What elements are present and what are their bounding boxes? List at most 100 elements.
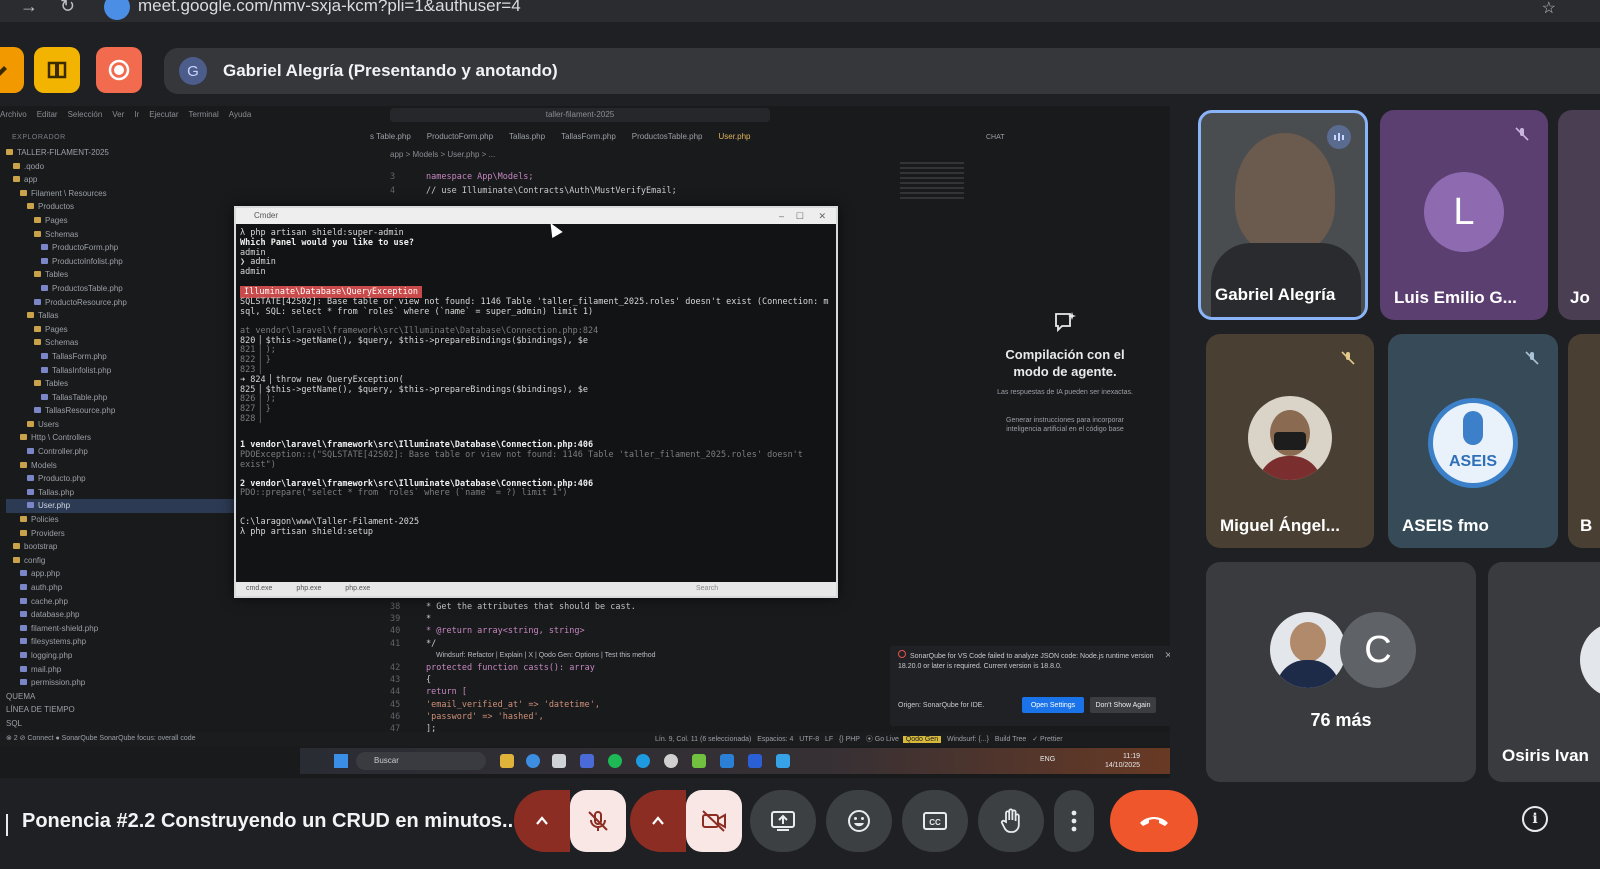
prettier-status[interactable]: ✓ Prettier [1032,736,1062,743]
menu-item[interactable]: Ayuda [229,110,252,119]
more-participants-tile[interactable]: C 76 más [1206,562,1476,782]
sidebar-section[interactable]: QUEMA [6,690,236,704]
menu-item[interactable]: Ejecutar [149,110,178,119]
tree-item[interactable]: cache.php [6,595,236,609]
menu-item[interactable]: Editar [37,110,58,119]
dont-show-again-button[interactable]: Don't Show Again [1090,697,1156,713]
more-options-button[interactable] [1054,790,1094,852]
terminal-tab[interactable]: php.exe [296,585,321,592]
vscode-app-icon[interactable] [720,754,734,768]
tree-item[interactable]: Tables [6,268,236,282]
tree-item[interactable]: User.php [6,499,236,514]
spotify-app-icon[interactable] [608,754,622,768]
tree-item[interactable]: filament-shield.php [6,622,236,636]
editor-tab[interactable]: Tallas.php [509,132,545,141]
tree-item[interactable]: app [6,173,236,187]
app-icon[interactable] [748,754,762,768]
forward-icon[interactable]: → [20,0,38,17]
minimize-icon[interactable]: – [779,208,784,224]
tree-item[interactable]: TallasResource.php [6,404,236,418]
participant-tile-luis[interactable]: L Luis Emilio G... [1380,110,1548,320]
present-screen-button[interactable] [750,790,816,852]
tree-item[interactable]: Schemas [6,228,236,242]
tree-item[interactable]: bootstrap [6,540,236,554]
tree-item[interactable]: config [6,554,236,568]
vscode-command-search[interactable]: taller-filament-2025 [390,108,770,122]
build-tree-status[interactable]: Build Tree [995,736,1027,743]
tree-item[interactable]: filesystems.php [6,635,236,649]
terminal-output[interactable]: λ php artisan shield:super-admin Which P… [240,228,830,578]
participant-tile-miguel[interactable]: Miguel Ángel... [1206,334,1374,548]
cursor-position[interactable]: Lín. 9, Col. 11 (6 seleccionada) [655,736,751,743]
tree-item[interactable]: TALLER-FILAMENT-2025 [6,146,236,160]
language-mode[interactable]: {} PHP [839,736,860,743]
chrome-app-icon[interactable] [526,754,540,768]
bookmark-star-icon[interactable]: ☆ [1542,0,1556,18]
menu-item[interactable]: Ir [134,110,139,119]
app-icon[interactable] [580,754,594,768]
tree-item[interactable]: permission.php [6,676,236,690]
audio-options-button[interactable] [514,790,570,852]
code-line[interactable]: 41 */ [390,639,436,649]
mic-toggle-button[interactable] [570,790,626,852]
camera-toggle-button[interactable] [686,790,742,852]
tree-item[interactable]: Tables [6,377,236,391]
tree-item[interactable]: Productos [6,200,236,214]
code-line[interactable]: 44 return [ [390,687,467,697]
editor-tab[interactable]: s Table.php [370,132,411,141]
code-line[interactable]: 42 protected function casts(): array [390,663,595,673]
app-icon[interactable] [664,754,678,768]
codelens-actions[interactable]: Windsurf: Refactor | Explain | X | Qodo … [436,652,656,659]
site-info-icon[interactable] [104,0,130,20]
tree-item[interactable]: Producto.php [6,472,236,486]
tree-item[interactable]: Tallas.php [6,486,236,500]
annotation-tool-button[interactable] [0,47,24,93]
taskbar-search[interactable]: Buscar [356,752,486,770]
tree-item[interactable]: ProductosTable.php [6,282,236,296]
file-explorer-app-icon[interactable] [500,754,514,768]
editor-tab[interactable]: ProductoForm.php [427,132,493,141]
tree-item[interactable]: logging.php [6,649,236,663]
language-indicator[interactable]: ENG [1040,756,1055,763]
terminal-tab[interactable]: cmd.exe [246,585,272,592]
video-options-button[interactable] [630,790,686,852]
encoding[interactable]: UTF-8 [799,736,819,743]
qodo-gen-button[interactable]: Qodo Gen [902,736,942,743]
raise-hand-button[interactable] [978,790,1044,852]
tree-item[interactable]: Tallas [6,309,236,323]
code-line[interactable]: 43 { [390,675,431,685]
line-ending[interactable]: LF [825,736,833,743]
system-clock[interactable]: 11:19 14/10/2025 [1105,752,1140,770]
captions-button[interactable]: CC [902,790,968,852]
tree-item[interactable]: Providers [6,527,236,541]
address-bar[interactable]: meet.google.com/nmv-sxja-kcm?pli=1&authu… [138,0,521,16]
reactions-button[interactable] [826,790,892,852]
app-icon[interactable] [692,754,706,768]
sidebar-section[interactable]: SQL [6,717,236,731]
tree-item[interactable]: Users [6,418,236,432]
tree-item[interactable]: database.php [6,608,236,622]
menu-item[interactable]: Archivo [0,110,27,119]
windsurf-status[interactable]: Windsurf: {...} [947,736,989,743]
reload-icon[interactable]: ↻ [60,0,75,17]
menu-item[interactable]: Ver [112,110,124,119]
tree-item[interactable]: ProductoResource.php [6,296,236,310]
sidebar-section[interactable]: LÍNEA DE TIEMPO [6,703,236,717]
meeting-info-icon[interactable]: i [1522,806,1548,832]
participant-tile-jo[interactable]: Jo [1558,110,1600,320]
close-icon[interactable]: ✕ [1164,650,1170,661]
terminal-title-bar[interactable]: Cmder – ☐ ✕ [236,208,836,224]
terminal-tab[interactable]: php.exe [345,585,370,592]
windows-start-icon[interactable] [334,754,348,768]
stop-presenting-button[interactable] [96,47,142,93]
terminal-search-input[interactable]: Search [696,582,718,596]
leave-call-button[interactable] [1110,790,1198,852]
tree-item[interactable]: Controller.php [6,445,236,459]
code-line[interactable]: 39 * [390,614,431,624]
tree-item[interactable]: TallasForm.php [6,350,236,364]
tree-item[interactable]: auth.php [6,581,236,595]
go-live-button[interactable]: ⦿ Go Live [866,736,899,743]
tree-item[interactable]: TallasInfolist.php [6,364,236,378]
store-app-icon[interactable] [552,754,566,768]
cmder-terminal-window[interactable]: Cmder – ☐ ✕ λ php artisan shield:super-a… [234,206,838,598]
